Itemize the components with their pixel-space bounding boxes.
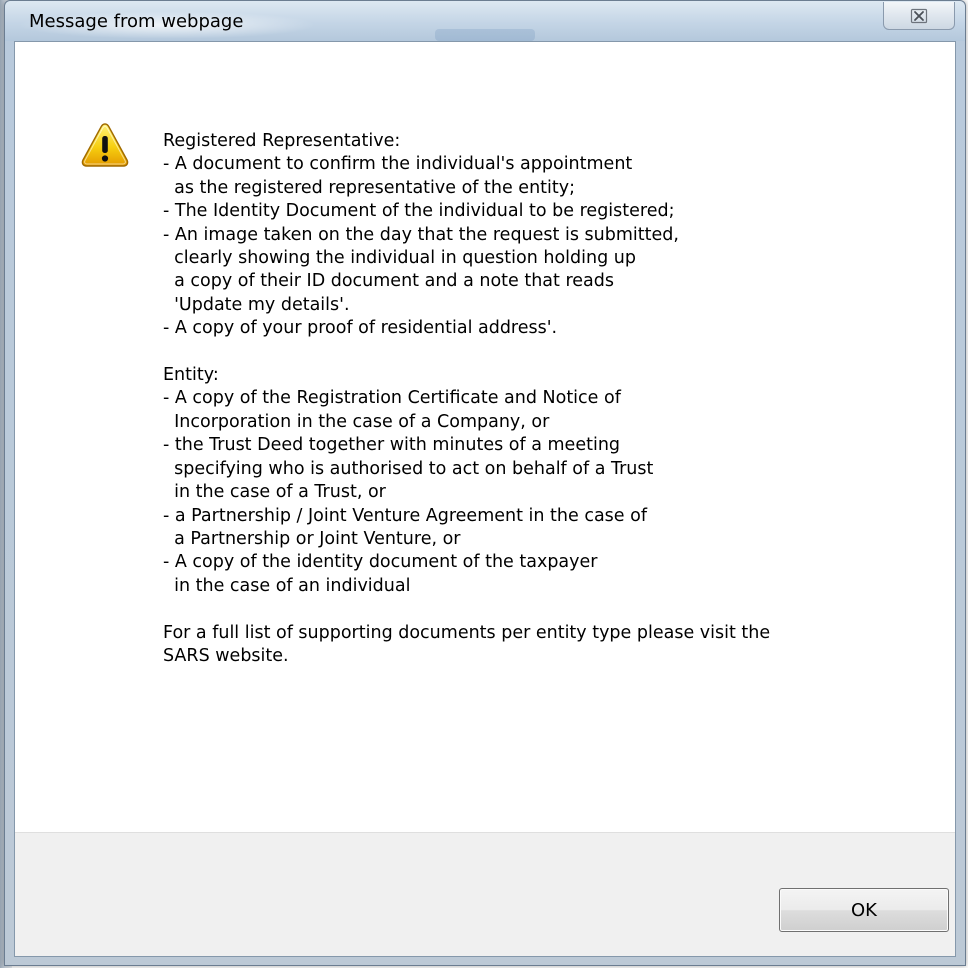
message-line: - The Identity Document of the individua… — [163, 201, 675, 222]
message-line: Incorporation in the case of a Company, … — [163, 411, 550, 432]
message-line: Registered Representative: — [163, 131, 401, 151]
title-reflection — [435, 29, 535, 41]
message-line: Entity: — [163, 365, 219, 386]
message-line: in the case of a Trust, or — [163, 482, 386, 503]
message-line: specifying who is authorised to act on b… — [163, 458, 654, 479]
message-line: - a Partnership / Joint Venture Agreemen… — [163, 505, 647, 526]
message-dialog: Message from webpage Registered Represen… — [4, 0, 966, 966]
message-line: - A copy of the identity document of the… — [163, 552, 598, 573]
message-line: a Partnership or Joint Venture, or — [163, 528, 461, 549]
message-line: - An image taken on the day that the req… — [163, 224, 679, 245]
message-content: Registered Representative: - A document … — [15, 42, 955, 832]
message-text: Registered Representative: - A document … — [163, 130, 923, 668]
ok-button[interactable]: OK — [779, 888, 949, 932]
message-line: as the registered representative of the … — [163, 177, 575, 198]
message-line: - A document to confirm the individual's… — [163, 154, 633, 175]
close-icon — [910, 8, 928, 23]
message-line: - the Trust Deed together with minutes o… — [163, 435, 621, 456]
message-line: SARS website. — [163, 645, 289, 666]
warning-icon — [81, 123, 129, 167]
message-line: - A copy of the Registration Certificate… — [163, 388, 621, 409]
message-line: a copy of their ID document and a note t… — [163, 271, 614, 292]
title-bar[interactable]: Message from webpage — [5, 1, 965, 41]
message-line: 'Update my details'. — [163, 294, 350, 315]
button-footer: OK — [15, 832, 955, 956]
close-button[interactable] — [883, 2, 955, 30]
message-line: - A copy of your proof of residential ad… — [163, 318, 558, 339]
dialog-title: Message from webpage — [29, 11, 244, 32]
message-line: in the case of an individual — [163, 575, 411, 596]
message-line: For a full list of supporting documents … — [163, 622, 771, 643]
dialog-client-area: Registered Representative: - A document … — [14, 41, 956, 957]
message-line: clearly showing the individual in questi… — [163, 248, 636, 269]
